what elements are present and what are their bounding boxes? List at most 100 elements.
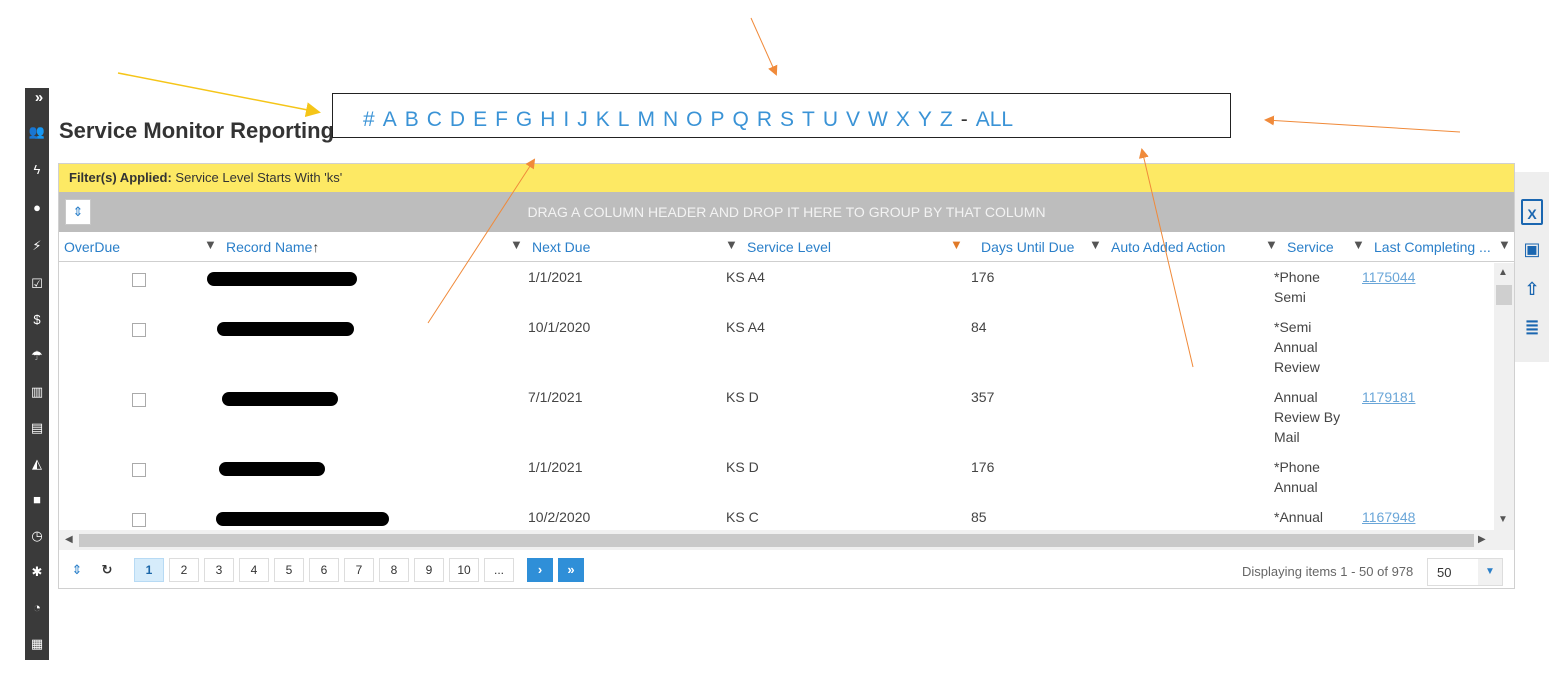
next-page-button[interactable]: › [527, 558, 553, 582]
last-completing-link[interactable]: 1175044 [1362, 267, 1415, 287]
folder-icon[interactable]: ■ [25, 488, 49, 512]
page-button[interactable]: 9 [414, 558, 444, 582]
filter-icon[interactable]: ▼ [1089, 237, 1102, 252]
page-button[interactable]: 2 [169, 558, 199, 582]
filter-icon[interactable]: ▼ [725, 237, 738, 252]
last-page-button[interactable]: » [558, 558, 584, 582]
filter-icon[interactable]: ▼ [510, 237, 523, 252]
lightning-icon[interactable]: ϟ [25, 158, 49, 182]
table-row[interactable]: 10/1/2020 KS A4 84 *Semi Annual Review [59, 313, 1494, 383]
page-button[interactable]: 1 [134, 558, 164, 582]
alpha-filter-letter[interactable]: Z [940, 108, 953, 131]
alpha-filter-letter[interactable]: B [405, 108, 419, 131]
alpha-filter-letter[interactable]: W [868, 108, 888, 131]
active-filter-icon[interactable]: ▼ [950, 237, 963, 252]
alpha-filter-letter[interactable]: U [823, 108, 838, 131]
save-icon[interactable]: ▣ [1521, 236, 1543, 262]
alpha-filter-letter[interactable]: K [596, 108, 610, 131]
scroll-down-icon[interactable]: ▼ [1498, 514, 1508, 525]
scroll-left-icon[interactable]: ◀ [65, 534, 73, 545]
umbrella-icon[interactable]: ☂ [25, 344, 49, 368]
column-header-service-level[interactable]: Service Level [747, 239, 831, 255]
page-button[interactable]: 10 [449, 558, 479, 582]
column-header-last-completing[interactable]: Last Completing ... [1374, 239, 1491, 255]
vertical-scroll-thumb[interactable] [1496, 285, 1512, 305]
last-completing-link[interactable]: 1167948 [1362, 507, 1415, 527]
filter-icon[interactable]: ▼ [1265, 237, 1278, 252]
refresh-button[interactable]: ↻ [94, 558, 120, 584]
alpha-filter-all[interactable]: ALL [976, 108, 1013, 131]
page-button[interactable]: 8 [379, 558, 409, 582]
dollar-icon[interactable]: $ [25, 308, 49, 332]
alpha-filter-letter[interactable]: # [363, 108, 375, 131]
user-icon[interactable]: ● [25, 196, 49, 220]
table-row[interactable]: 10/2/2020 KS C 85 *Annual 1167948 [59, 503, 1494, 530]
chevron-down-icon[interactable]: ▼ [1478, 559, 1502, 585]
alpha-filter-letter[interactable]: N [663, 108, 678, 131]
last-completing-link[interactable]: 1179181 [1362, 387, 1415, 407]
column-header-record-name[interactable]: Record Name↑ [226, 239, 319, 255]
column-header-auto-added-action[interactable]: Auto Added Action [1111, 239, 1225, 255]
scroll-right-icon[interactable]: ▶ [1478, 534, 1486, 545]
checklist-icon[interactable]: ☑ [25, 272, 49, 296]
column-header-days-until-due[interactable]: Days Until Due [981, 239, 1074, 255]
alpha-filter-letter[interactable]: Q [733, 108, 749, 131]
column-header-next-due[interactable]: Next Due [532, 239, 590, 255]
group-by-bar[interactable]: ⇕ DRAG A COLUMN HEADER AND DROP IT HERE … [59, 192, 1514, 232]
overdue-checkbox[interactable] [132, 463, 146, 477]
history-icon[interactable]: ◷ [25, 524, 49, 548]
alpha-filter-letter[interactable]: T [802, 108, 815, 131]
alpha-filter-letter[interactable]: Y [918, 108, 932, 131]
page-button[interactable]: ... [484, 558, 514, 582]
expand-button[interactable]: ⇕ [64, 558, 90, 584]
page-button[interactable]: 6 [309, 558, 339, 582]
alpha-filter-letter[interactable]: S [780, 108, 794, 131]
users-icon[interactable]: 👥 [25, 120, 49, 144]
overdue-checkbox[interactable] [132, 323, 146, 337]
alpha-filter-letter[interactable]: I [563, 108, 569, 131]
alpha-filter-letter[interactable]: J [577, 108, 588, 131]
overdue-checkbox[interactable] [132, 513, 146, 527]
alpha-filter-letter[interactable]: L [618, 108, 630, 131]
table-row[interactable]: 1/1/2021 KS D 176 *Phone Annual [59, 453, 1494, 503]
alpha-filter-letter[interactable]: R [757, 108, 772, 131]
upload-icon[interactable]: ⇧ [1521, 276, 1543, 302]
graduation-icon[interactable]: ◭ [25, 452, 49, 476]
alpha-filter-letter[interactable]: H [540, 108, 555, 131]
document-icon[interactable]: ▤ [25, 416, 49, 440]
overdue-checkbox[interactable] [132, 393, 146, 407]
alpha-filter-letter[interactable]: C [427, 108, 442, 131]
alpha-filter-letter[interactable]: X [896, 108, 910, 131]
page-size-select[interactable]: 50 ▼ [1427, 558, 1503, 586]
report-icon[interactable]: ≣ [1521, 314, 1543, 340]
horizontal-scroll-thumb[interactable] [79, 534, 1474, 547]
dashboard-icon[interactable]: ◔ [25, 596, 49, 620]
alpha-filter-letter[interactable]: E [473, 108, 487, 131]
alpha-filter-letter[interactable]: M [637, 108, 655, 131]
table-row[interactable]: 7/1/2021 KS D 357 Annual Review By Mail 117918… [59, 383, 1494, 453]
page-button[interactable]: 7 [344, 558, 374, 582]
table-row[interactable]: 1/1/2021 KS A4 176 *Phone Semi 1175044 [59, 263, 1494, 313]
alpha-filter-letter[interactable]: G [516, 108, 532, 131]
alpha-filter-letter[interactable]: A [383, 108, 397, 131]
expand-nav-icon[interactable]: » [27, 88, 51, 108]
column-header-overdue[interactable]: OverDue [64, 239, 120, 255]
scroll-up-icon[interactable]: ▲ [1498, 267, 1508, 278]
page-button[interactable]: 3 [204, 558, 234, 582]
filter-icon[interactable]: ▼ [204, 237, 217, 252]
alpha-filter-letter[interactable]: D [450, 108, 465, 131]
overdue-checkbox[interactable] [132, 273, 146, 287]
alpha-filter-letter[interactable]: V [846, 108, 860, 131]
column-header-service[interactable]: Service [1287, 239, 1334, 255]
alpha-filter-letter[interactable]: O [686, 108, 702, 131]
bolt-icon[interactable]: ⚡ [25, 234, 49, 258]
gear-icon[interactable]: ✱ [25, 560, 49, 584]
alpha-filter-letter[interactable]: F [495, 108, 508, 131]
filter-icon[interactable]: ▼ [1352, 237, 1365, 252]
filter-icon[interactable]: ▼ [1498, 237, 1511, 252]
alpha-filter-letter[interactable]: P [710, 108, 724, 131]
chart-icon[interactable]: ▥ [25, 380, 49, 404]
page-button[interactable]: 5 [274, 558, 304, 582]
calendar-icon[interactable]: ▦ [25, 632, 49, 656]
excel-export-icon[interactable]: X [1521, 199, 1543, 225]
